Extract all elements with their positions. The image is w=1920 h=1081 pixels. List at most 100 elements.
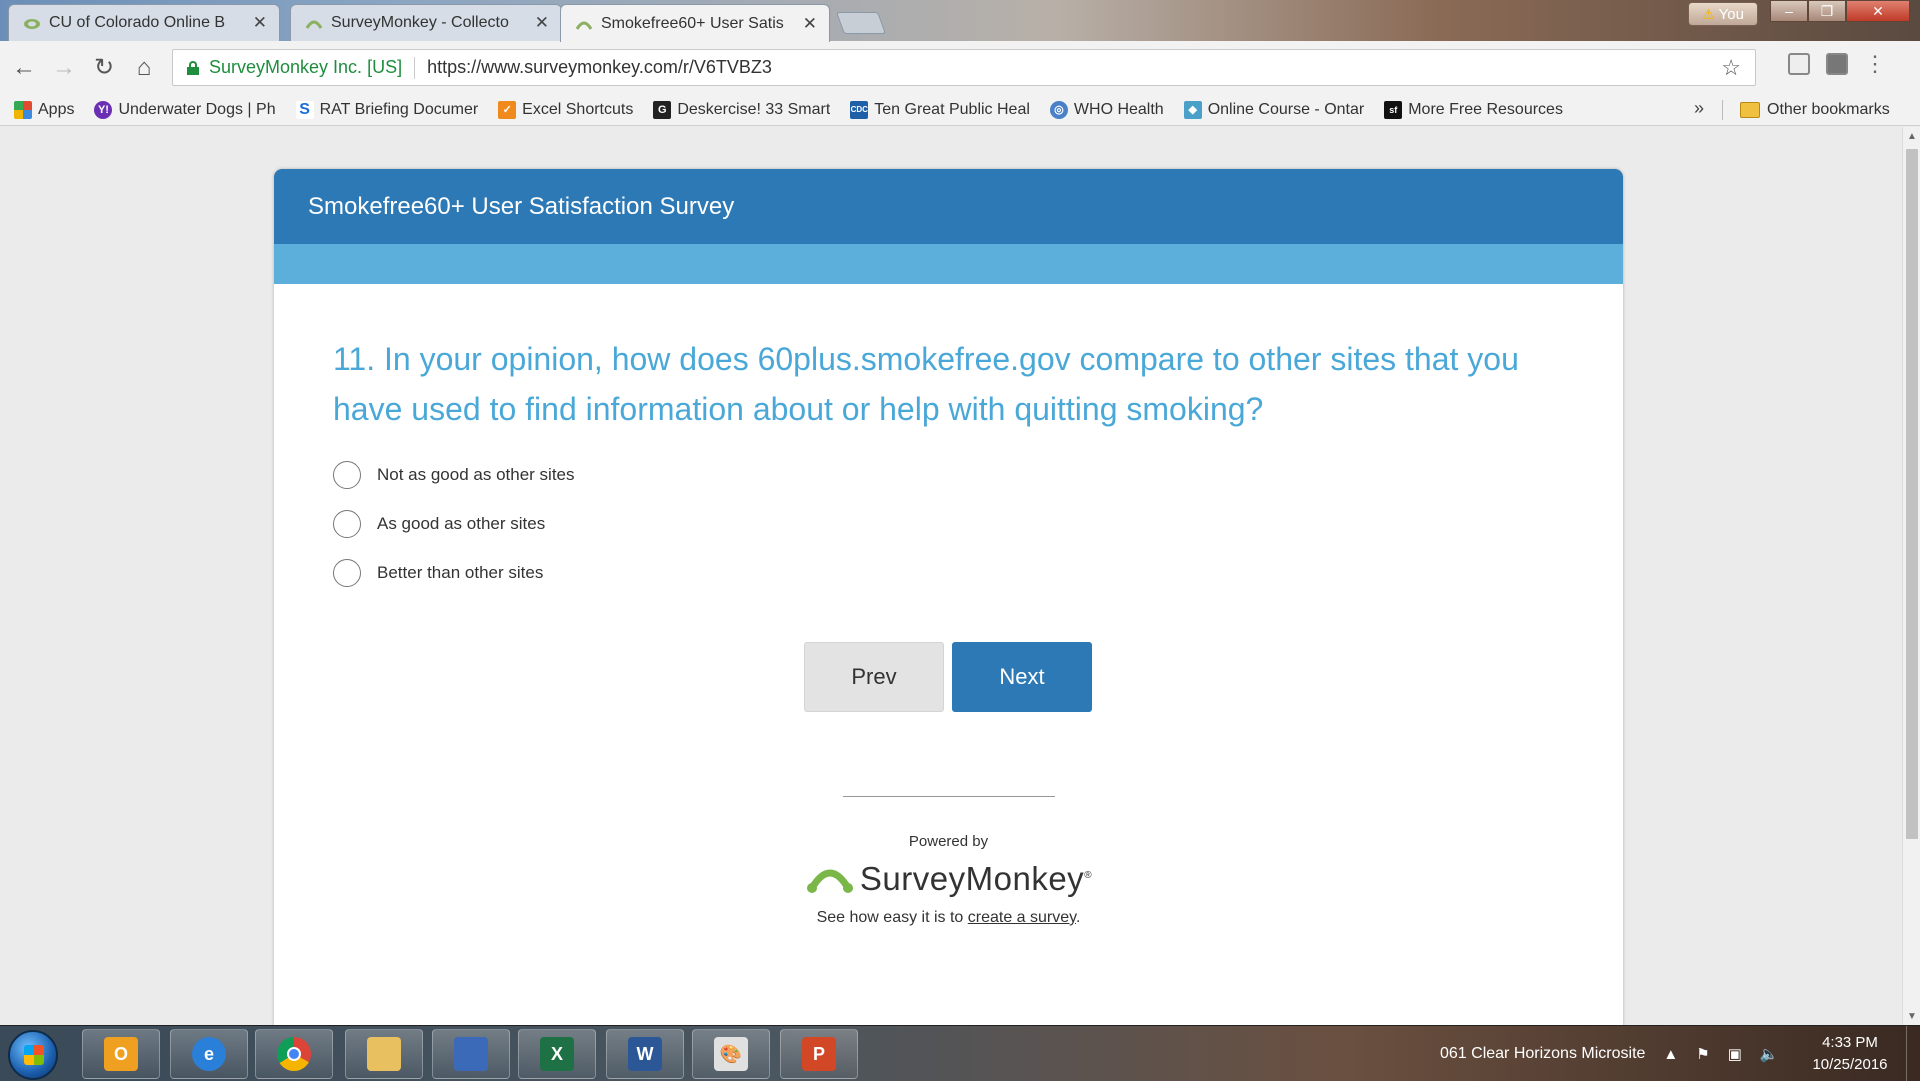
bookmark-deskercise[interactable]: G Deskercise! 33 Smart [653, 100, 830, 119]
radio-button[interactable] [333, 558, 361, 587]
tab-smokefree-survey[interactable]: Smokefree60+ User Satis ✕ [560, 4, 830, 42]
bookmarks-overflow-button[interactable]: » [1694, 98, 1704, 119]
apps-grid-icon [14, 100, 32, 119]
yahoo-icon: Y! [94, 100, 113, 119]
surveymonkey-favicon-icon [575, 21, 593, 30]
bookmark-free-resources[interactable]: sf More Free Resources [1384, 100, 1563, 119]
bookmark-star-icon[interactable]: ☆ [1721, 55, 1741, 81]
other-bookmarks[interactable]: Other bookmarks [1740, 94, 1890, 126]
profile-button[interactable]: ⚠ You [1688, 2, 1758, 26]
network-icon[interactable]: ▣ [1728, 1045, 1742, 1063]
radio-button[interactable] [333, 509, 361, 538]
tagline-suffix: . [1075, 909, 1081, 926]
taskbar-powerpoint[interactable]: P [780, 1029, 858, 1079]
forward-button[interactable]: → [44, 48, 84, 88]
maximize-button[interactable]: ❐ [1808, 0, 1846, 22]
tab-title: Smokefree60+ User Satis [601, 14, 784, 32]
tagline-prefix: See how easy it is to [816, 909, 968, 926]
tagline: See how easy it is to create a survey. [274, 909, 1623, 927]
radio-button[interactable] [333, 460, 361, 489]
bookmark-rat-briefing[interactable]: S RAT Briefing Documer [295, 100, 479, 119]
taskbar-clock[interactable]: 4:33 PM 10/25/2016 [1800, 1032, 1900, 1076]
taskbar-internet-explorer[interactable]: e [170, 1029, 248, 1079]
minimize-button[interactable]: – [1770, 0, 1808, 22]
tab-surveymonkey-collector[interactable]: SurveyMonkey - Collecto ✕ [290, 4, 562, 41]
bookmark-label: Online Course - Ontar [1207, 100, 1365, 118]
create-survey-link[interactable]: create a survey [968, 909, 1076, 926]
tab-close-icon[interactable]: ✕ [535, 13, 549, 33]
browser-toolbar: ← → ↻ ⌂ SurveyMonkey Inc. [US] https://w… [0, 41, 1920, 94]
surveymonkey-favicon-icon [24, 19, 40, 29]
scroll-thumb[interactable] [1906, 149, 1918, 839]
surveymonkey-logo[interactable]: SurveyMonkey® [804, 859, 1094, 899]
show-desktop-button[interactable] [1906, 1026, 1920, 1081]
bookmark-label: Ten Great Public Heal [874, 100, 1030, 118]
reload-button[interactable]: ↻ [84, 48, 124, 88]
excel-icon: X [540, 1037, 574, 1071]
next-button[interactable]: Next [952, 642, 1092, 712]
online-course-icon: ◆ [1183, 100, 1202, 119]
option-not-as-good[interactable]: Not as good as other sites [333, 450, 1623, 499]
bookmark-apps[interactable]: Apps [14, 100, 74, 119]
home-button[interactable]: ⌂ [124, 48, 164, 88]
bookmark-public-health[interactable]: CDC Ten Great Public Heal [850, 100, 1030, 119]
option-label: Not as good as other sites [377, 464, 575, 484]
survey-title: Smokefree60+ User Satisfaction Survey [274, 169, 1623, 244]
taskbar-paint[interactable]: 🎨 [692, 1029, 770, 1079]
bookmark-online-course[interactable]: ◆ Online Course - Ontar [1183, 100, 1365, 119]
taskbar-remote-desktop[interactable] [432, 1029, 510, 1079]
surveymonkey-favicon-icon [305, 20, 323, 29]
navigation-buttons: Prev Next [804, 642, 1092, 712]
powerpoint-icon: P [802, 1037, 836, 1071]
address-bar[interactable]: SurveyMonkey Inc. [US] https://www.surve… [172, 49, 1756, 86]
url-text[interactable]: https://www.surveymonkey.com/r/V6TVBZ3 [427, 57, 772, 78]
action-center-flag-icon[interactable]: ⚑ [1696, 1045, 1709, 1063]
taskbar-file-explorer[interactable] [345, 1029, 423, 1079]
lock-icon [187, 60, 199, 75]
surveymonkey-logo-icon [806, 869, 853, 893]
taskbar-excel[interactable]: X [518, 1029, 596, 1079]
paint-icon: 🎨 [714, 1037, 748, 1071]
profile-label: You [1718, 5, 1744, 23]
sf-icon: sf [1384, 100, 1403, 119]
new-tab-button[interactable] [835, 12, 887, 34]
security-label: SurveyMonkey Inc. [US] [209, 57, 403, 77]
option-as-good[interactable]: As good as other sites [333, 499, 1623, 548]
page-scrollbar[interactable]: ▲ ▼ [1902, 127, 1920, 1025]
tab-close-icon[interactable]: ✕ [803, 14, 817, 34]
bookmark-underwater-dogs[interactable]: Y! Underwater Dogs | Ph [94, 100, 276, 119]
taskbar-word[interactable]: W [606, 1029, 684, 1079]
scroll-up-arrow-icon[interactable]: ▲ [1903, 127, 1920, 145]
extension-page-icon[interactable] [1788, 53, 1810, 75]
remote-desktop-icon [454, 1037, 488, 1071]
option-label: Better than other sites [377, 562, 544, 582]
volume-icon[interactable]: 🔈 [1760, 1045, 1779, 1063]
taskbar-outlook[interactable]: O [82, 1029, 160, 1079]
bookmark-label: RAT Briefing Documer [319, 100, 479, 118]
brand-name: SurveyMonkey [859, 860, 1085, 897]
option-better[interactable]: Better than other sites [333, 548, 1623, 597]
bookmark-label: Underwater Dogs | Ph [118, 100, 276, 118]
tray-label[interactable]: 061 Clear Horizons Microsite [1440, 1045, 1645, 1063]
bookmark-excel-shortcuts[interactable]: ✓ Excel Shortcuts [498, 100, 633, 119]
menu-dots-icon[interactable]: ⋮ [1864, 51, 1886, 77]
excel-shortcuts-icon: ✓ [498, 100, 517, 119]
sharepoint-icon: S [295, 100, 314, 119]
scroll-down-arrow-icon[interactable]: ▼ [1903, 1007, 1920, 1025]
window-controls: – ❐ ✕ [1770, 0, 1910, 22]
extension-pocket-icon[interactable] [1826, 53, 1848, 75]
back-button[interactable]: ← [4, 48, 44, 88]
show-hidden-icons-icon[interactable]: ▲ [1663, 1046, 1678, 1063]
tab-cu-colorado[interactable]: CU of Colorado Online B ✕ [8, 4, 280, 41]
outlook-icon: O [104, 1037, 138, 1071]
tab-close-icon[interactable]: ✕ [253, 13, 267, 33]
browser-tab-strip: CU of Colorado Online B ✕ SurveyMonkey -… [0, 0, 1920, 42]
word-icon: W [628, 1037, 662, 1071]
taskbar-chrome[interactable] [255, 1029, 333, 1079]
start-button[interactable] [8, 1030, 58, 1080]
close-window-button[interactable]: ✕ [1846, 0, 1910, 22]
windows-taskbar: O e X W 🎨 P 061 Clear Horizons Microsite… [0, 1025, 1920, 1081]
bookmark-label: More Free Resources [1408, 100, 1563, 118]
bookmark-who-health[interactable]: ◎ WHO Health [1049, 100, 1164, 119]
prev-button[interactable]: Prev [804, 642, 944, 712]
